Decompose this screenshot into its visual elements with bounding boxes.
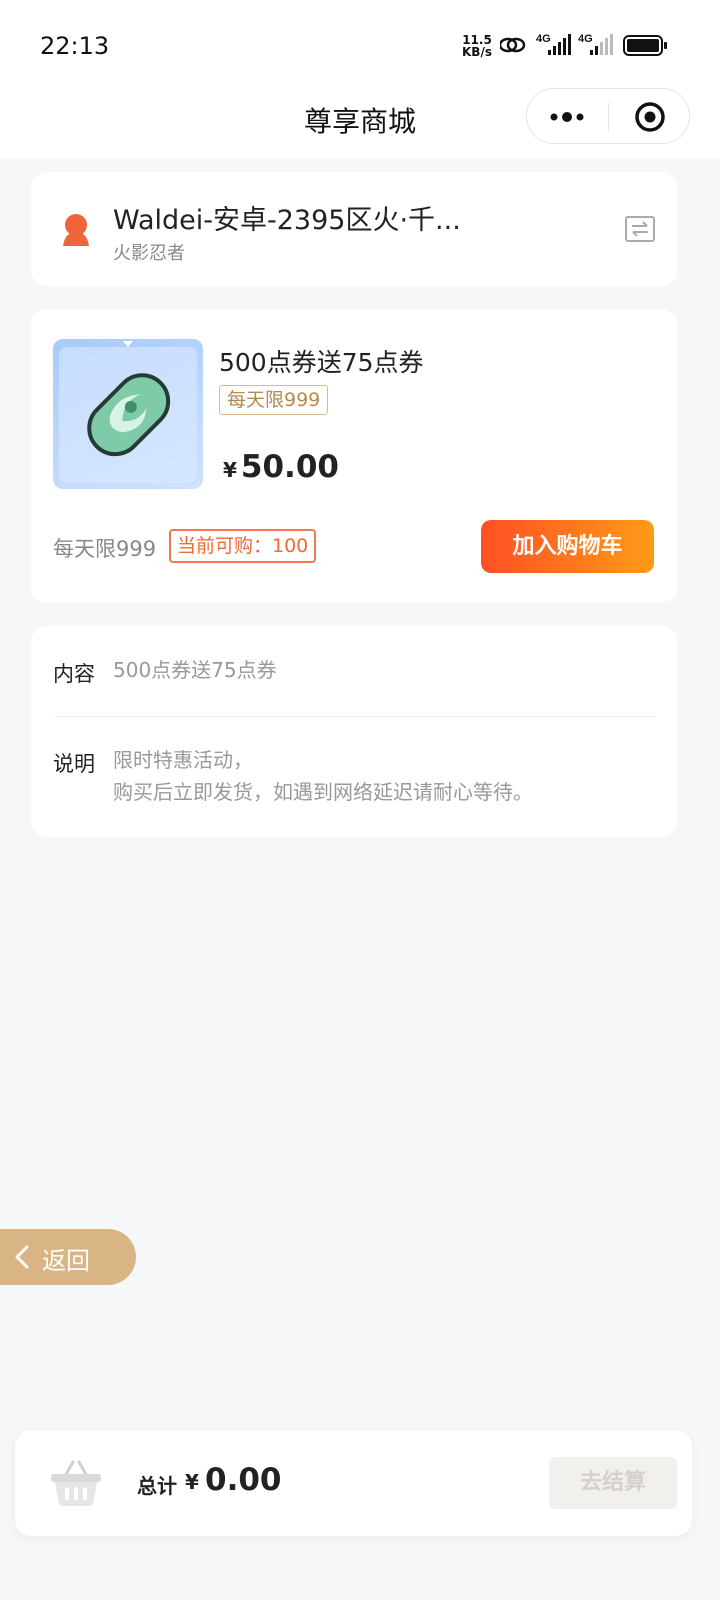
status-icons: 4G 4G [500,33,667,56]
detail-divider [53,716,654,717]
server-name: Waldei-安卓-2395区火·千... [113,205,461,236]
total-currency: ¥ [185,1470,199,1494]
link-icon [500,37,526,53]
person-icon [63,214,89,246]
server-card[interactable]: Waldei-安卓-2395区火·千... 火影忍者 [31,172,677,286]
signal1-label: 4G [536,33,551,45]
content-value: 500点券送75点券 [113,658,277,682]
signal-icon [548,34,571,55]
mini-program-capsule [526,88,690,144]
total-label: 总计 [137,1474,177,1498]
daily-limit-text: 每天限999 [53,537,157,561]
price-amount: 50.00 [240,449,339,485]
navbar: 尊享商城 [0,80,720,158]
close-button[interactable] [609,89,691,145]
note-line-2: 购买后立即发货，如遇到网络延迟请耐心等待。 [113,780,533,804]
coupon-item-icon [59,341,197,483]
note-value: 限时特惠活动， 购买后立即发货，如遇到网络延迟请耐心等待。 [113,744,533,808]
price-currency: ¥ [223,458,237,482]
daily-limit-badge: 每天限999 [219,385,329,415]
target-icon [635,102,665,132]
product-card: 500点券送75点券 每天限999 ¥50.00 每天限999 当前可购：100… [31,309,677,603]
status-time: 22:13 [40,32,110,60]
more-button[interactable] [527,89,609,145]
note-line-1: 限时特惠活动， [113,748,253,772]
battery-icon [623,35,667,56]
purchasable-badge: 当前可购：100 [169,529,317,563]
cart-bar: 总计 ¥ 0.00 去结算 [15,1430,692,1536]
signal-weak-icon [590,34,613,55]
more-icon [550,112,584,122]
net-speed: 11.5 KB/s [462,34,492,58]
total-amount: 0.00 [205,1462,282,1498]
checkout-button[interactable]: 去结算 [549,1457,677,1509]
back-label: 返回 [42,1247,90,1275]
back-button[interactable]: 返回 [0,1229,136,1285]
add-to-cart-button[interactable]: 加入购物车 [481,520,654,573]
product-price: ¥50.00 [223,449,339,485]
net-speed-unit: KB/s [462,45,492,59]
status-bar: 22:13 11.5 KB/s 4G 4G [0,0,720,90]
product-name: 500点券送75点券 [219,348,424,377]
product-image [53,339,203,489]
switch-icon[interactable] [625,216,655,242]
server-game: 火影忍者 [113,243,185,264]
basket-icon[interactable] [49,1458,103,1508]
note-label: 说明 [53,752,95,776]
signal2-label: 4G [578,33,593,45]
chevron-left-icon [15,1245,29,1269]
detail-card: 内容 500点券送75点券 说明 限时特惠活动， 购买后立即发货，如遇到网络延迟… [31,626,677,837]
content-label: 内容 [53,662,95,686]
